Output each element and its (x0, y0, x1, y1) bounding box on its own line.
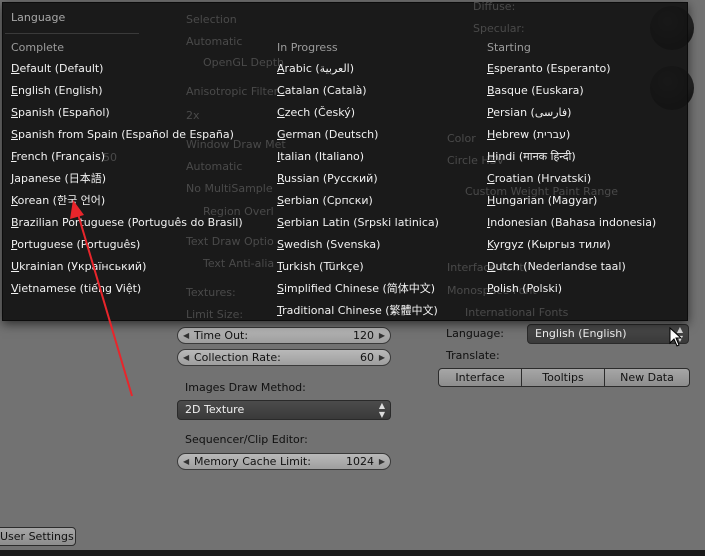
decrement-arrow-icon[interactable]: ◀ (183, 328, 189, 343)
bg-textures-label: Textures: (186, 286, 236, 299)
bg-selection-label: Selection (186, 13, 237, 26)
translate-new-data-button[interactable]: New Data (604, 368, 690, 387)
bg-selection-value: Automatic (186, 35, 243, 48)
menu-item-language[interactable]: Esperanto (Esperanto) (487, 62, 611, 76)
bg-limit-size-label: Limit Size: (186, 308, 244, 321)
save-user-settings-button[interactable]: User Settings (0, 527, 76, 546)
increment-arrow-icon[interactable]: ▶ (379, 350, 385, 365)
language-dropdown[interactable]: English (English) ▲▼ (527, 324, 689, 344)
menu-item-language[interactable]: English (English) (11, 84, 103, 98)
memory-cache-limit-value: 1024 (346, 455, 374, 468)
menu-item-language[interactable]: Turkish (Türkçe) (277, 260, 364, 274)
bg-text-draw-options-label: Text Draw Optio (186, 235, 274, 248)
sequencer-label: Sequencer/Clip Editor: (185, 433, 308, 446)
menu-item-language[interactable]: Dutch (Nederlandse taal) (487, 260, 626, 274)
memory-cache-limit-field[interactable]: ◀ Memory Cache Limit: 1024 ▶ (177, 453, 391, 470)
bg-anisotropic-value: 2x (186, 109, 200, 122)
bg-text-antialias-label: Text Anti-alia (203, 257, 275, 270)
bottom-border (0, 550, 705, 556)
bg-left-value-1: 50 (103, 151, 117, 164)
language-menu-title: Language (11, 11, 66, 24)
menu-item-language[interactable]: Ukrainian (Український) (11, 260, 146, 274)
bg-opengl-label: OpenGL Depth (203, 56, 285, 69)
images-draw-method-value: 2D Texture (185, 403, 245, 416)
increment-arrow-icon[interactable]: ▶ (379, 454, 385, 469)
menu-item-language[interactable]: Hungarian (Magyar) (487, 194, 597, 208)
menu-item-language[interactable]: Portuguese (Português) (11, 238, 140, 252)
decrement-arrow-icon[interactable]: ◀ (183, 350, 189, 365)
menu-item-language[interactable]: Basque (Euskara) (487, 84, 584, 98)
memory-cache-limit-label: Memory Cache Limit: (194, 455, 311, 468)
time-out-field[interactable]: ◀ Time Out: 120 ▶ (177, 327, 391, 344)
collection-rate-field[interactable]: ◀ Collection Rate: 60 ▶ (177, 349, 391, 366)
images-draw-method-label: Images Draw Method: (185, 381, 306, 394)
menu-item-language[interactable]: Default (Default) (11, 62, 103, 76)
menu-item-language[interactable]: Spanish from Spain (Español de España) (11, 128, 234, 142)
menu-item-language[interactable]: Arabic (العربية) (277, 62, 354, 76)
menu-item-language[interactable]: Polish (Polski) (487, 282, 562, 296)
menu-item-language[interactable]: Indonesian (Bahasa indonesia) (487, 216, 656, 230)
images-draw-method-dropdown[interactable]: 2D Texture ▲ ▼ (177, 400, 391, 420)
time-out-label: Time Out: (194, 329, 249, 342)
translate-tooltips-button[interactable]: Tooltips (521, 368, 605, 387)
increment-arrow-icon[interactable]: ▶ (379, 328, 385, 343)
column-heading-starting: Starting (487, 41, 531, 54)
menu-item-language[interactable]: Simplified Chinese (简体中文) (277, 282, 435, 296)
bg-specular-label: Specular: (473, 22, 525, 35)
menu-item-language[interactable]: Serbian (Српски) (277, 194, 373, 208)
mouse-cursor-icon (669, 327, 683, 347)
menu-item-language[interactable]: German (Deutsch) (277, 128, 378, 142)
menu-item-language[interactable]: Czech (Český) (277, 106, 355, 120)
bg-multisample-value: No MultiSample (186, 182, 273, 195)
column-heading-complete: Complete (11, 41, 65, 54)
time-out-value: 120 (353, 329, 374, 342)
menu-item-language[interactable]: Hindi (मानक हिन्दी) (487, 150, 576, 164)
menu-item-language[interactable]: Japanese (日本語) (11, 172, 106, 186)
menu-item-language[interactable]: Persian (فارسی) (487, 106, 571, 120)
menu-item-language[interactable]: Catalan (Català) (277, 84, 367, 98)
menu-item-language[interactable]: Croatian (Hrvatski) (487, 172, 591, 186)
menu-item-language[interactable]: Italian (Italiano) (277, 150, 364, 164)
menu-item-language[interactable]: Hebrew (עברית) (487, 128, 570, 142)
bg-window-draw-value: Automatic (186, 160, 243, 173)
language-label: Language: (446, 327, 504, 340)
collection-rate-value: 60 (360, 351, 374, 364)
menu-item-language-korean[interactable]: Korean (한국 언어) (11, 194, 105, 208)
bg-diffuse-label: Diffuse: (473, 0, 516, 13)
menu-item-language[interactable]: Spanish (Español) (11, 106, 110, 120)
language-menu: Language Selection Diffuse: Specular: Au… (2, 0, 688, 321)
menu-item-language[interactable]: Brazilian Portuguese (Português do Brasi… (11, 216, 243, 230)
menu-item-language[interactable]: Serbian Latin (Srpski latinica) (277, 216, 439, 230)
bg-intl-fonts-label: International Fonts (465, 306, 569, 319)
menu-title-divider (5, 33, 139, 34)
menu-item-language[interactable]: Vietnamese (tiếng Việt) (11, 282, 141, 296)
collection-rate-label: Collection Rate: (194, 351, 281, 364)
menu-item-language[interactable]: Swedish (Svenska) (277, 238, 380, 252)
translate-interface-button[interactable]: Interface (438, 368, 522, 387)
menu-item-language[interactable]: Russian (Русский) (277, 172, 378, 186)
decrement-arrow-icon[interactable]: ◀ (183, 454, 189, 469)
menu-item-language[interactable]: French (Français) (11, 150, 105, 164)
bg-anisotropic-label: Anisotropic Filter (186, 85, 279, 98)
menu-item-language[interactable]: Traditional Chinese (繁體中文) (277, 304, 438, 318)
translate-label: Translate: (446, 349, 500, 362)
updown-arrows-icon: ▲▼ (378, 401, 385, 419)
bg-color-label: Color (447, 132, 476, 145)
footer-bar (0, 520, 705, 550)
column-heading-in-progress: In Progress (277, 41, 338, 54)
menu-item-language[interactable]: Kyrgyz (Кыргыз тили) (487, 238, 611, 252)
language-dropdown-value: English (English) (535, 327, 627, 340)
